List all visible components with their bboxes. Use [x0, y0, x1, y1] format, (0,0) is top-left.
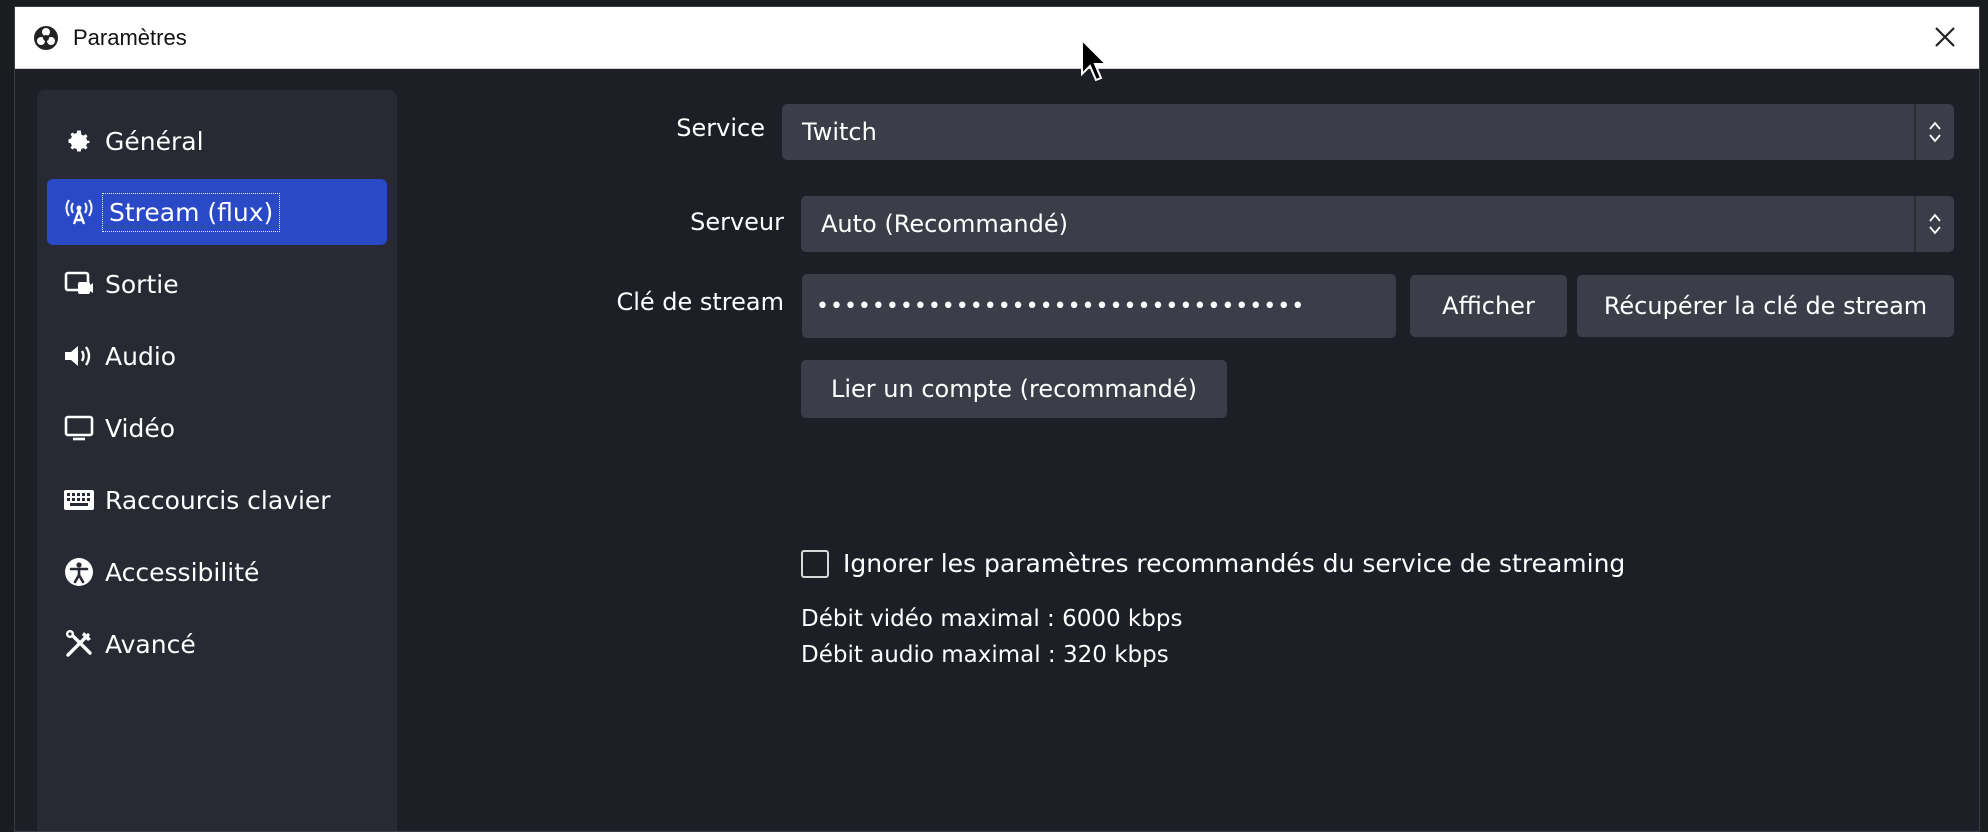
show-key-button[interactable]: Afficher	[1410, 275, 1567, 337]
stream-key-input[interactable]: •••••••••••••••••••••••••••••••••••	[802, 274, 1396, 338]
ignore-recommended-checkbox[interactable]	[801, 549, 829, 578]
gear-icon	[63, 125, 95, 157]
updown-arrows-icon	[1914, 196, 1954, 252]
output-icon	[63, 268, 95, 300]
title-bar: Paramètres	[15, 7, 1979, 69]
stream-settings-panel: Service Twitch Serveur Auto (Recommandé)…	[405, 68, 1979, 831]
settings-window: Paramètres Général Stream (flux) Sortie …	[14, 6, 1980, 832]
monitor-icon	[63, 412, 95, 444]
sidebar-item-label: Avancé	[105, 629, 196, 659]
ignore-recommended-row[interactable]: Ignorer les paramètres recommandés du se…	[801, 549, 1625, 578]
keyboard-icon	[63, 484, 95, 516]
obs-logo-icon	[33, 25, 59, 51]
sidebar-item-stream[interactable]: Stream (flux)	[47, 179, 387, 245]
server-select[interactable]: Auto (Recommandé)	[801, 196, 1954, 252]
service-select[interactable]: Twitch	[782, 104, 1954, 160]
sidebar-item-accessibility[interactable]: Accessibilité	[47, 539, 387, 605]
max-audio-bitrate: Débit audio maximal : 320 kbps	[801, 642, 1169, 668]
server-label: Serveur	[690, 208, 784, 236]
link-account-button[interactable]: Lier un compte (recommandé)	[801, 360, 1227, 418]
mouse-cursor-icon	[1080, 37, 1110, 84]
sidebar-item-advanced[interactable]: Avancé	[47, 611, 387, 677]
sidebar-item-hotkeys[interactable]: Raccourcis clavier	[47, 467, 387, 533]
close-icon[interactable]	[1925, 17, 1965, 57]
updown-arrows-icon	[1914, 104, 1954, 160]
stream-key-value: •••••••••••••••••••••••••••••••••••	[816, 293, 1306, 319]
speaker-icon	[63, 340, 95, 372]
ignore-recommended-label: Ignorer les paramètres recommandés du se…	[843, 549, 1626, 578]
sidebar-item-audio[interactable]: Audio	[47, 323, 387, 389]
max-video-bitrate: Débit vidéo maximal : 6000 kbps	[801, 606, 1183, 632]
sidebar-item-output[interactable]: Sortie	[47, 251, 387, 317]
get-stream-key-button[interactable]: Récupérer la clé de stream	[1577, 275, 1954, 337]
sidebar-item-label: Accessibilité	[105, 557, 260, 587]
sidebar-item-label: Vidéo	[105, 413, 176, 443]
stream-key-label: Clé de stream	[616, 288, 784, 316]
antenna-icon	[63, 196, 95, 228]
sidebar-item-label: Audio	[105, 341, 177, 371]
sidebar-item-label: Raccourcis clavier	[105, 485, 331, 515]
server-value: Auto (Recommandé)	[821, 210, 1068, 238]
tools-icon	[63, 628, 95, 660]
service-label: Service	[676, 114, 765, 142]
sidebar-item-general[interactable]: Général	[47, 108, 387, 174]
sidebar-item-label: Sortie	[105, 269, 179, 299]
sidebar-item-label: Stream (flux)	[101, 192, 281, 232]
sidebar-item-video[interactable]: Vidéo	[47, 395, 387, 461]
service-value: Twitch	[802, 118, 877, 146]
window-title: Paramètres	[73, 24, 187, 50]
sidebar-item-label: Général	[105, 126, 204, 156]
settings-sidebar: Général Stream (flux) Sortie Audio Vidéo…	[37, 90, 397, 831]
accessibility-icon	[63, 556, 95, 588]
